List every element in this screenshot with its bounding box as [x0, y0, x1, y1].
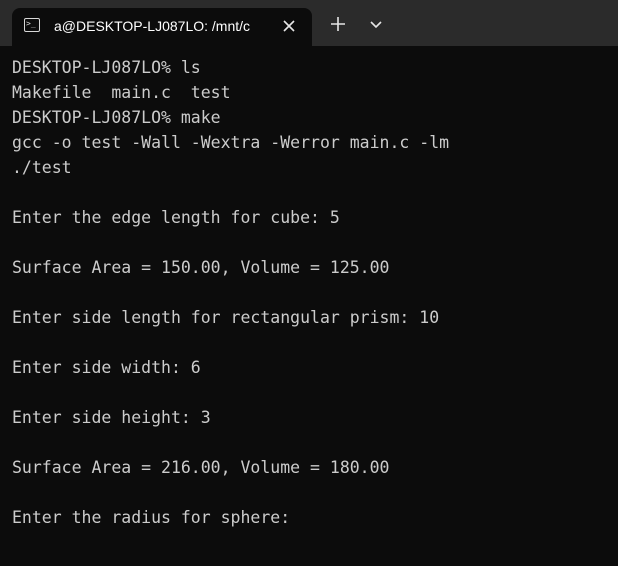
terminal-line: Enter side length for rectangular prism:…	[12, 308, 440, 327]
tab-bar: >_ a@DESKTOP-LJ087LO: /mnt/c	[0, 0, 618, 46]
terminal-window: >_ a@DESKTOP-LJ087LO: /mnt/c DESKTOP-LJ0…	[0, 0, 618, 566]
terminal-line: Makefile main.c test	[12, 83, 231, 102]
terminal-line: Enter the edge length for cube: 5	[12, 208, 340, 227]
terminal-line: DESKTOP-LJ087LO% ls	[12, 58, 201, 77]
tab-title: a@DESKTOP-LJ087LO: /mnt/c	[54, 18, 251, 34]
terminal-tab[interactable]: >_ a@DESKTOP-LJ087LO: /mnt/c	[12, 8, 312, 46]
close-icon[interactable]	[280, 17, 298, 35]
terminal-line: DESKTOP-LJ087LO% make	[12, 108, 221, 127]
terminal-line: Enter side height: 3	[12, 408, 211, 427]
chevron-down-icon[interactable]	[368, 16, 384, 32]
terminal-line: ./test	[12, 158, 72, 177]
terminal-line: Enter side width: 6	[12, 358, 201, 377]
terminal-line: Surface Area = 216.00, Volume = 180.00	[12, 458, 390, 477]
terminal-line: Surface Area = 150.00, Volume = 125.00	[12, 258, 390, 277]
terminal-line: Enter the radius for sphere:	[12, 508, 291, 527]
plus-icon[interactable]	[328, 14, 348, 34]
terminal-output[interactable]: DESKTOP-LJ087LO% ls Makefile main.c test…	[0, 46, 618, 566]
terminal-line: gcc -o test -Wall -Wextra -Werror main.c…	[12, 133, 450, 152]
prompt-glyph-icon: >_	[26, 19, 36, 28]
terminal-icon: >_	[24, 18, 40, 32]
